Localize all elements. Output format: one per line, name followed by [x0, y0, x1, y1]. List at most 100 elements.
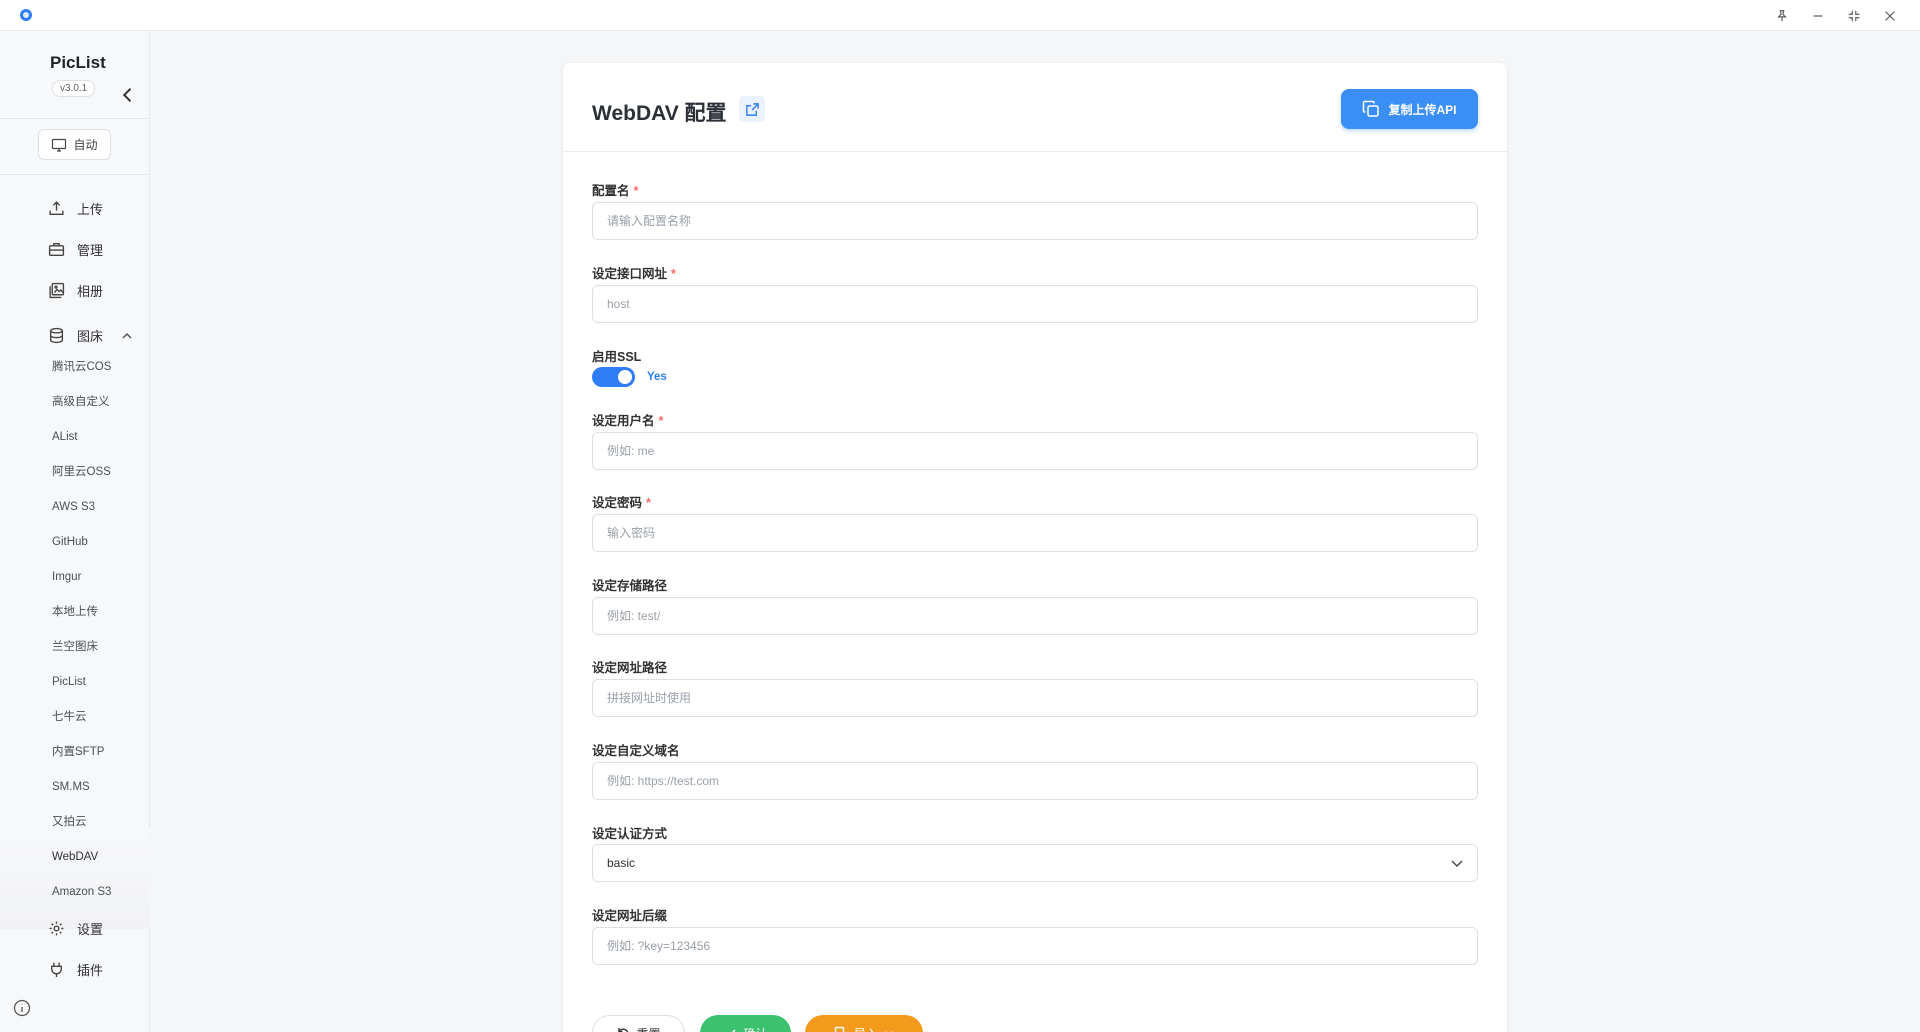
maximize-icon[interactable] [1840, 4, 1868, 28]
nav-manage-label: 管理 [77, 242, 104, 258]
host-label: 设定接口网址 * [592, 263, 676, 282]
url-suffix-label: 设定网址后缀 [592, 909, 668, 923]
ssl-toggle-text: Yes [647, 371, 667, 383]
path-label: 设定存储路径 [592, 579, 668, 593]
nav-upload[interactable]: 上传 [48, 196, 103, 220]
nav-plugins[interactable]: 插件 [48, 957, 103, 981]
auth-type-label: 设定认证方式 [592, 827, 668, 841]
card-divider [563, 151, 1507, 152]
chevron-down-icon [885, 1031, 893, 1032]
ssl-label: 启用SSL [592, 350, 642, 364]
picbed-item[interactable]: 内置SFTP [52, 742, 104, 762]
nav-manage[interactable]: 管理 [48, 237, 103, 261]
auth-type-value: basic [607, 856, 636, 870]
external-link-icon[interactable] [739, 96, 765, 122]
toggle-knob [618, 370, 632, 384]
nav-gallery[interactable]: 相册 [48, 278, 103, 302]
version-badge: v3.0.1 [52, 80, 96, 97]
path-input[interactable] [592, 597, 1478, 635]
required-mark: * [658, 414, 664, 428]
import-icon [834, 1026, 845, 1032]
check-icon [732, 1029, 737, 1032]
import-button[interactable]: 导入 [805, 1015, 923, 1032]
password-label-text: 设定密码 [592, 496, 643, 510]
picbed-item[interactable]: 高级自定义 [52, 392, 110, 412]
confirm-button[interactable]: 确认 [700, 1015, 791, 1032]
gallery-icon [49, 282, 65, 298]
picbed-item[interactable]: 七牛云 [52, 707, 87, 727]
undo-icon [618, 1028, 629, 1032]
required-mark: * [646, 496, 651, 510]
briefcase-icon [48, 242, 65, 256]
app-logo-icon [20, 9, 32, 21]
app-name: PicList [50, 53, 106, 72]
plug-icon [51, 962, 62, 977]
reset-button[interactable]: 重置 [592, 1015, 685, 1032]
close-icon[interactable] [1876, 4, 1904, 28]
picbed-item[interactable]: GitHub [52, 532, 88, 552]
host-input[interactable] [592, 285, 1478, 323]
pin-icon[interactable] [1768, 4, 1796, 28]
picbed-item[interactable]: AList [52, 427, 78, 447]
web-path-input[interactable] [592, 679, 1478, 717]
username-input[interactable] [592, 432, 1478, 470]
picbed-item[interactable]: AWS S3 [52, 497, 95, 517]
password-label: 设定密码 * [592, 492, 651, 511]
copy-upload-api-button[interactable]: 复制上传API [1341, 89, 1478, 129]
picbed-item-active[interactable]: WebDAV [52, 847, 98, 867]
gear-icon [49, 921, 64, 935]
config-name-label-text: 配置名 [592, 184, 630, 198]
config-name-label: 配置名 * [592, 180, 638, 199]
import-label: 导入 [854, 1025, 878, 1032]
confirm-label: 确认 [743, 1025, 767, 1032]
picbed-item[interactable]: 又拍云 [52, 812, 87, 832]
required-mark: * [633, 184, 639, 198]
chevron-down-icon [1451, 860, 1463, 867]
auth-type-select[interactable]: basic [592, 844, 1478, 882]
custom-url-label: 设定自定义域名 [592, 744, 680, 758]
nav-settings[interactable]: 设置 [48, 916, 103, 940]
monitor-icon [52, 138, 67, 152]
nav-gallery-label: 相册 [77, 283, 104, 299]
sidebar-divider [0, 118, 150, 119]
password-input[interactable] [592, 514, 1478, 552]
picbed-item[interactable]: 本地上传 [52, 602, 98, 622]
sidebar-divider [0, 174, 150, 175]
picbed-item[interactable]: Imgur [52, 567, 81, 587]
brand: PicList v3.0.1 [0, 51, 150, 121]
theme-toggle-button[interactable]: 自动 [38, 129, 111, 160]
picbed-item[interactable]: SM.MS [52, 777, 90, 797]
web-path-label: 设定网址路径 [592, 661, 668, 675]
picbed-item[interactable]: 阿里云OSS [52, 462, 111, 482]
theme-label: 自动 [73, 138, 98, 152]
picbed-item[interactable]: 兰空图床 [52, 637, 98, 657]
chevron-up-icon[interactable] [121, 329, 133, 341]
submenu-hover-bg [0, 829, 150, 929]
nav-plugins-label: 插件 [77, 962, 104, 978]
minimize-icon[interactable] [1804, 4, 1832, 28]
required-mark: * [671, 267, 676, 281]
nav-picbed[interactable]: 图床 [48, 323, 103, 347]
title-bar [0, 0, 1920, 31]
copy-upload-api-label: 复制上传API [1388, 102, 1457, 117]
picbed-item[interactable]: Amazon S3 [52, 882, 111, 902]
custom-url-input[interactable] [592, 762, 1478, 800]
picbed-item[interactable]: 腾讯云COS [52, 357, 111, 377]
sidebar: PicList v3.0.1 自动 上传 管理 相册 图床 腾讯云COS 高级自… [0, 31, 150, 1032]
url-suffix-input[interactable] [592, 927, 1478, 965]
info-icon[interactable] [13, 999, 31, 1017]
nav-picbed-label: 图床 [77, 328, 104, 344]
picbed-item[interactable]: PicList [52, 672, 86, 692]
collapse-sidebar-icon[interactable] [118, 85, 138, 105]
nav-upload-label: 上传 [77, 201, 104, 217]
page-title: WebDAV 配置 [592, 102, 727, 125]
host-label-text: 设定接口网址 [592, 267, 668, 281]
config-name-input[interactable] [592, 202, 1478, 240]
database-icon [49, 327, 64, 343]
config-form-card: WebDAV 配置 复制上传API 配置名* 设定接口网址* 启用SSL Yes… [563, 63, 1507, 1032]
ssl-toggle[interactable] [592, 367, 635, 387]
upload-icon [49, 200, 64, 215]
nav-settings-label: 设置 [77, 921, 104, 937]
username-label-text: 设定用户名 [592, 414, 655, 428]
copy-icon [1363, 100, 1380, 117]
